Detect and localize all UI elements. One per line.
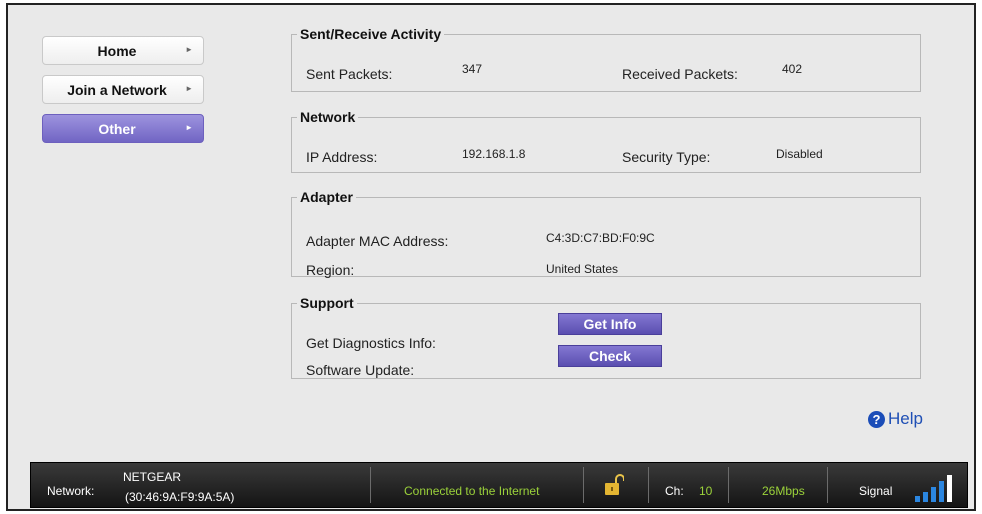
- adapter-mac-label: Adapter MAC Address:: [306, 233, 449, 249]
- security-type-label: Security Type:: [622, 149, 711, 165]
- status-bar: Network: NETGEAR (30:46:9A:F9:9A:5A) Con…: [30, 462, 968, 508]
- adapter-mac-value: C4:3D:C7:BD:F0:9C: [546, 231, 655, 245]
- signal-label: Signal: [859, 484, 893, 498]
- help-link[interactable]: ? Help: [868, 409, 923, 429]
- received-packets-value: 402: [782, 62, 803, 76]
- region-value: United States: [546, 262, 619, 276]
- diagnostics-label: Get Diagnostics Info:: [306, 335, 436, 351]
- unlocked-padlock-icon: [604, 474, 625, 499]
- sent-receive-group: Sent/Receive Activity Sent Packets: 347 …: [291, 26, 921, 92]
- signal-bar: [939, 481, 944, 502]
- nav-home-label: Home: [97, 42, 137, 59]
- support-legend: Support: [300, 295, 354, 311]
- link-speed: 26Mbps: [762, 484, 805, 498]
- network-legend: Network: [300, 109, 356, 125]
- chevron-right-icon: ►: [185, 123, 193, 132]
- nav-other-button[interactable]: Other ►: [42, 114, 204, 143]
- sent-packets-value: 347: [462, 62, 483, 76]
- network-mac: (30:46:9A:F9:9A:5A): [125, 490, 235, 504]
- software-update-label: Software Update:: [306, 362, 415, 378]
- sent-packets-label: Sent Packets:: [306, 66, 393, 82]
- adapter-group: Adapter Adapter MAC Address: C4:3D:C7:BD…: [291, 189, 921, 278]
- channel-value: 10: [699, 484, 713, 498]
- divider: [370, 467, 371, 503]
- region-label: Region:: [306, 262, 355, 278]
- nav-join-network-label: Join a Network: [67, 81, 167, 98]
- app-window: Home ► Join a Network ► Other ► Sent/Rec…: [6, 3, 976, 511]
- nav-home-button[interactable]: Home ►: [42, 36, 204, 65]
- nav-other-label: Other: [98, 120, 136, 137]
- connection-status: Connected to the Internet: [404, 484, 540, 498]
- signal-bar: [947, 475, 952, 502]
- signal-bar: [915, 496, 920, 502]
- channel-label: Ch:: [665, 484, 684, 498]
- signal-bar: [931, 487, 936, 502]
- chevron-right-icon: ►: [185, 45, 193, 54]
- divider: [827, 467, 828, 503]
- security-type-value: Disabled: [776, 147, 823, 161]
- ip-address-label: IP Address:: [306, 149, 378, 165]
- network-status-label: Network:: [47, 484, 95, 498]
- check-update-button[interactable]: Check: [558, 345, 662, 367]
- divider: [583, 467, 584, 503]
- chevron-right-icon: ►: [185, 84, 193, 93]
- network-name: NETGEAR: [123, 470, 182, 484]
- ip-address-value: 192.168.1.8: [462, 147, 526, 161]
- help-label: Help: [888, 409, 923, 428]
- network-group: Network IP Address: 192.168.1.8 Security…: [291, 109, 921, 173]
- signal-strength-icon: [915, 474, 959, 502]
- help-icon: ?: [868, 410, 885, 428]
- divider: [648, 467, 649, 503]
- sent-receive-legend: Sent/Receive Activity: [300, 26, 442, 42]
- divider: [728, 467, 729, 503]
- signal-bar: [923, 492, 928, 502]
- get-info-button[interactable]: Get Info: [558, 313, 662, 335]
- nav-join-network-button[interactable]: Join a Network ►: [42, 75, 204, 104]
- received-packets-label: Received Packets:: [622, 66, 738, 82]
- adapter-legend: Adapter: [300, 189, 353, 205]
